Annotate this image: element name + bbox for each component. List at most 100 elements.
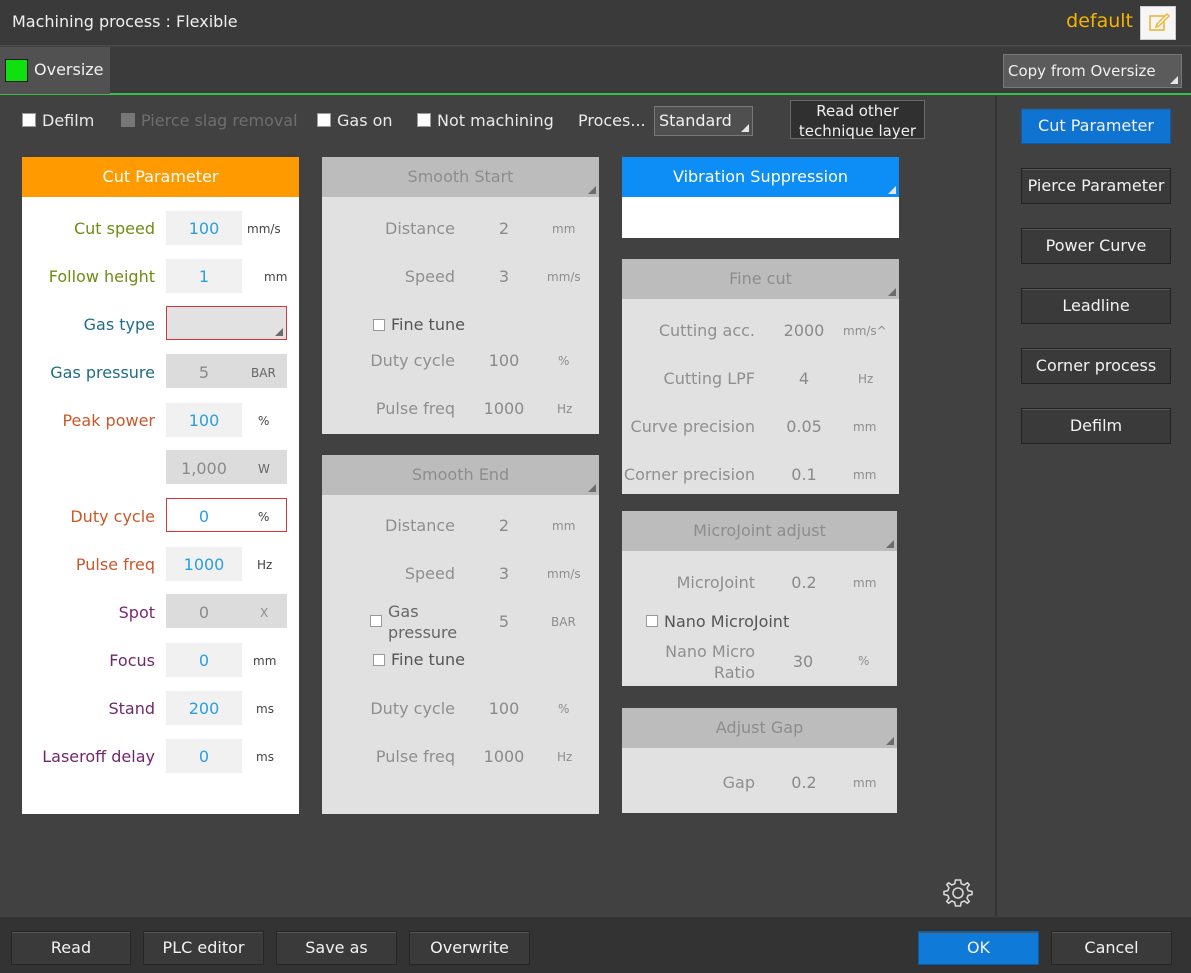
stand-unit: ms [256, 702, 274, 716]
ss-pulse-label: Pulse freq [375, 399, 455, 418]
nano-microjoint-checkbox[interactable] [646, 615, 658, 627]
chevron-down-icon [741, 124, 749, 132]
cancel-button[interactable]: Cancel [1051, 931, 1172, 965]
curve-precision-label: Curve precision [630, 417, 755, 436]
read-other-layer-button[interactable]: Read other technique layer [790, 100, 925, 140]
se-speed-unit: mm/s [547, 567, 581, 581]
chevron-down-icon [886, 737, 894, 745]
microjoint-header[interactable]: MicroJoint adjust [622, 511, 897, 551]
smooth-start-title: Smooth Start [407, 167, 514, 186]
gas-pressure-unit: BAR [251, 366, 276, 380]
chevron-down-icon [588, 186, 596, 194]
smooth-end-title: Smooth End [411, 465, 510, 484]
cutting-acc-value: 2000 [783, 321, 825, 340]
process-dropdown[interactable]: Standard [654, 106, 753, 136]
window-title: Machining process : Flexible [12, 12, 238, 31]
plc-editor-button[interactable]: PLC editor [143, 931, 264, 965]
se-speed-value: 3 [498, 564, 510, 583]
se-pulse-value: 1000 [483, 747, 525, 766]
chevron-down-icon [588, 484, 596, 492]
duty-cycle-value: 0 [198, 507, 210, 526]
edit-profile-button[interactable] [1140, 6, 1176, 40]
nav-defilm[interactable]: Defilm [1021, 408, 1171, 444]
cutting-acc-unit: mm/s^ [843, 324, 887, 338]
cut-parameter-panel: Cut Parameter Cut speed 100 mm/s Follow … [22, 157, 299, 814]
pulse-freq-unit: Hz [257, 558, 273, 572]
microjoint-value: 0.2 [791, 573, 817, 592]
corner-precision-unit: mm [853, 468, 877, 482]
read-other-line1: Read other [816, 102, 899, 120]
title-bar: Machining process : Flexible default [0, 0, 1191, 46]
chevron-down-icon [888, 186, 896, 194]
follow-height-unit: mm [264, 270, 288, 284]
spot-unit: X [260, 606, 269, 620]
adjust-gap-panel: Adjust Gap Gap 0.2 mm [622, 708, 897, 813]
not-machining-checkbox[interactable] [417, 113, 431, 127]
ss-speed-label: Speed [404, 267, 455, 286]
se-duty-unit: % [558, 702, 570, 716]
ss-fine-tune-checkbox[interactable] [373, 319, 385, 331]
spot-label: Spot [118, 603, 155, 622]
ok-button[interactable]: OK [918, 931, 1039, 965]
edit-icon [1149, 12, 1171, 31]
se-pulse-unit: Hz [557, 750, 573, 764]
follow-height-value: 1 [198, 267, 210, 286]
gas-pressure-label: Gas pressure [50, 363, 155, 382]
fine-cut-header[interactable]: Fine cut [622, 259, 899, 299]
read-button[interactable]: Read [11, 931, 131, 965]
spot-value: 0 [198, 603, 210, 622]
not-machining-option[interactable]: Not machining [417, 111, 554, 131]
cut-parameter-header: Cut Parameter [22, 157, 299, 197]
process-value: Standard [659, 111, 732, 130]
copy-from-dropdown[interactable]: Copy from Oversize [1003, 54, 1182, 88]
defilm-checkbox[interactable] [22, 113, 36, 127]
se-gas-line1: Gas [388, 602, 419, 621]
se-speed-label: Speed [404, 564, 455, 583]
pierce-slag-option: Pierce slag removal [121, 111, 298, 131]
smooth-start-panel: Smooth Start Distance 2 mm Speed 3 mm/s … [322, 157, 599, 434]
nav-leadline[interactable]: Leadline [1021, 288, 1171, 324]
smooth-start-header[interactable]: Smooth Start [322, 157, 599, 197]
layer-tab-bar: Oversize Copy from Oversize [0, 47, 1191, 95]
peak-power-unit: % [258, 414, 270, 428]
ss-distance-value: 2 [498, 219, 510, 238]
ss-fine-tune-label: Fine tune [391, 315, 465, 334]
se-distance-value: 2 [498, 516, 510, 535]
gas-on-checkbox[interactable] [317, 113, 331, 127]
ss-duty-unit: % [558, 354, 570, 368]
se-fine-tune-checkbox[interactable] [373, 654, 385, 666]
defilm-option[interactable]: Defilm [22, 111, 94, 131]
se-gas-unit: BAR [551, 615, 576, 629]
profile-name: default [1066, 10, 1133, 32]
nano-ratio-unit: % [858, 654, 870, 668]
copy-from-label: Copy from Oversize [1008, 62, 1156, 80]
nav-power-curve[interactable]: Power Curve [1021, 228, 1171, 264]
focus-unit: mm [253, 654, 277, 668]
corner-precision-label: Corner precision [623, 465, 755, 484]
not-machining-label: Not machining [437, 111, 554, 130]
se-duty-label: Duty cycle [370, 699, 455, 718]
save-as-button[interactable]: Save as [276, 931, 397, 965]
cutting-lpf-unit: Hz [858, 372, 874, 386]
fine-cut-panel: Fine cut Cutting acc. 2000 mm/s^ Cutting… [622, 259, 899, 494]
smooth-end-header[interactable]: Smooth End [322, 455, 599, 495]
se-gas-pressure-checkbox[interactable] [370, 615, 382, 627]
layer-color-swatch [5, 59, 28, 82]
nav-corner-process[interactable]: Corner process [1021, 348, 1171, 384]
vibration-title: Vibration Suppression [672, 167, 849, 186]
nav-cut-parameter[interactable]: Cut Parameter [1021, 108, 1171, 144]
gas-type-dropdown[interactable] [166, 306, 287, 340]
layer-tab-oversize[interactable]: Oversize [0, 47, 110, 94]
microjoint-title: MicroJoint adjust [693, 521, 826, 540]
laser-power-value: 1,000 [181, 459, 227, 478]
settings-button[interactable] [941, 876, 975, 910]
right-nav-panel [995, 96, 1191, 916]
gas-on-option[interactable]: Gas on [317, 111, 393, 131]
process-label: Proces... [578, 111, 646, 130]
vibration-suppression-header[interactable]: Vibration Suppression [622, 157, 899, 197]
adjust-gap-header[interactable]: Adjust Gap [622, 708, 897, 748]
nav-pierce-parameter[interactable]: Pierce Parameter [1021, 168, 1171, 204]
ss-distance-label: Distance [385, 219, 455, 238]
nano-microjoint-label: Nano MicroJoint [664, 612, 790, 631]
overwrite-button[interactable]: Overwrite [409, 931, 530, 965]
